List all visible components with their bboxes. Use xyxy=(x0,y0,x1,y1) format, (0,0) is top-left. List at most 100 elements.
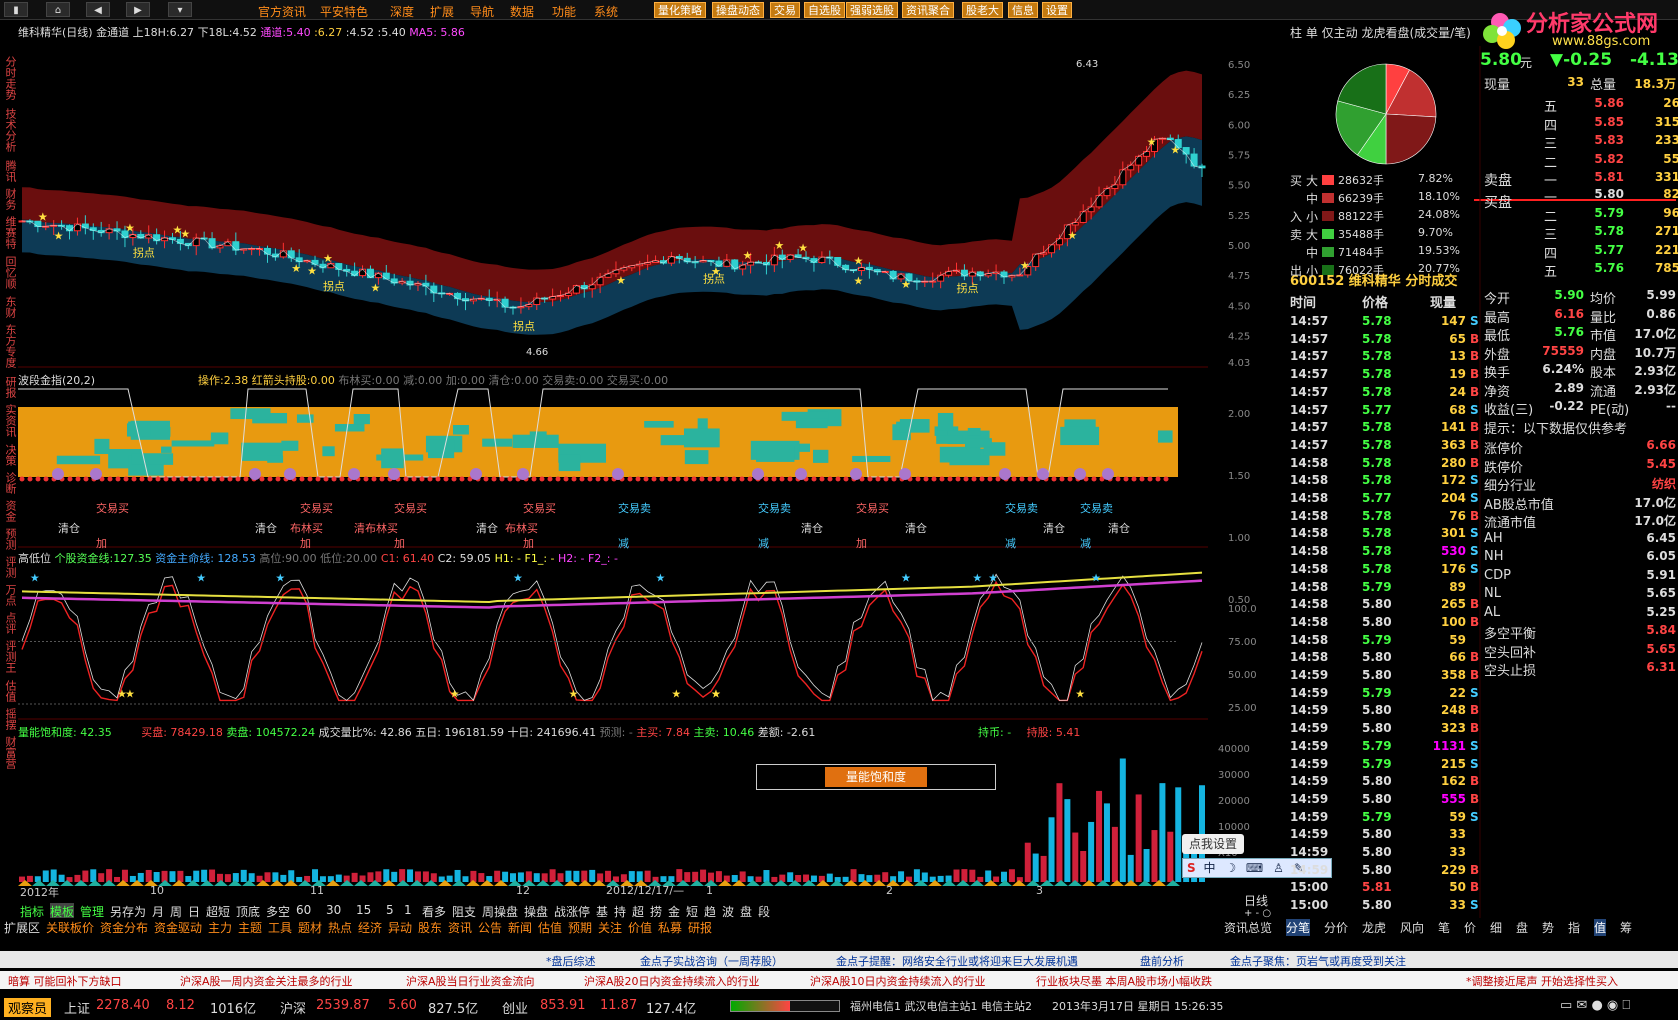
bottom-tab-1[interactable]: 关联板价 xyxy=(46,919,94,936)
indicator-tab-13[interactable]: 5 xyxy=(386,903,394,917)
bottom-tab-3[interactable]: 资金驱动 xyxy=(154,919,202,936)
left-tab-3[interactable]: 财务 xyxy=(1,188,17,210)
left-tab-4[interactable]: 维赛特 xyxy=(1,216,17,249)
bottom-tab-6[interactable]: 工具 xyxy=(268,919,292,936)
settings-popup[interactable]: 点我设置 xyxy=(1182,834,1244,854)
back-icon[interactable]: ◀ xyxy=(86,2,110,17)
bottom-tab-12[interactable]: 资讯 xyxy=(448,919,472,936)
left-tab-2[interactable]: 腾讯 xyxy=(1,160,17,182)
left-tab-12[interactable]: 资金 xyxy=(1,500,17,522)
right-tab-12[interactable]: 筹 xyxy=(1620,919,1632,936)
news-item[interactable]: 金点子实战咨询（一周荐股） xyxy=(640,953,783,969)
news-item[interactable]: 金点子提醒：网络安全行业或将迎来巨大发展机遇 xyxy=(836,953,1078,969)
forward-icon[interactable]: ▶ xyxy=(126,2,150,17)
indicator-tab-10[interactable]: 60 xyxy=(296,903,311,917)
left-tab-7[interactable]: 东方专度 xyxy=(1,324,17,368)
bottom-tab-0[interactable]: 扩展区 xyxy=(4,919,40,936)
left-tab-1[interactable]: 技术分析 xyxy=(1,108,17,152)
right-tab-3[interactable]: 龙虎 xyxy=(1362,919,1386,936)
left-tab-19[interactable]: 摇摆 xyxy=(1,708,17,730)
bottom-tab-4[interactable]: 主力 xyxy=(208,919,232,936)
news-item[interactable]: *盘后综述 xyxy=(546,953,596,969)
indicator-tab-12[interactable]: 15 xyxy=(356,903,371,917)
right-tab-2[interactable]: 分价 xyxy=(1324,919,1348,936)
nav-item-1[interactable]: 平安特色 xyxy=(320,3,368,20)
bottom-tab-10[interactable]: 异动 xyxy=(388,919,412,936)
left-tab-11[interactable]: 诊断 xyxy=(1,472,17,494)
nav-item-5[interactable]: 数据 xyxy=(510,3,534,20)
right-tab-4[interactable]: 风向 xyxy=(1400,919,1424,936)
bottom-tab-9[interactable]: 经济 xyxy=(358,919,382,936)
right-tab-11[interactable]: 值 xyxy=(1594,919,1607,936)
left-tab-18[interactable]: 估值 xyxy=(1,680,17,702)
nav-item-0[interactable]: 官方资讯 xyxy=(258,3,306,20)
right-tab-10[interactable]: 指 xyxy=(1568,919,1580,936)
toolbar-button-2[interactable]: 交易 xyxy=(770,2,800,18)
left-tab-6[interactable]: 东财 xyxy=(1,296,17,318)
left-tab-14[interactable]: 评测 xyxy=(1,556,17,578)
right-tab-9[interactable]: 势 xyxy=(1542,919,1554,936)
bottom-tab-17[interactable]: 关注 xyxy=(598,919,622,936)
news-item[interactable]: 暗算 可能回补下方缺口 xyxy=(8,973,122,989)
right-tab-8[interactable]: 盘 xyxy=(1516,919,1528,936)
news-item[interactable]: 沪深A股20日内资金持续流入的行业 xyxy=(584,973,760,989)
nav-item-6[interactable]: 功能 xyxy=(552,3,576,20)
left-tab-13[interactable]: 预测 xyxy=(1,528,17,550)
news-item[interactable]: 盘前分析 xyxy=(1140,953,1184,969)
left-tab-15[interactable]: 万点 xyxy=(1,584,17,606)
ask-price[interactable]: 5.85 xyxy=(1574,115,1624,129)
left-tab-5[interactable]: 回忆顺 xyxy=(1,256,17,289)
bottom-tab-19[interactable]: 私募 xyxy=(658,919,682,936)
kline-chart-svg[interactable]: 拐点拐点拐点拐点拐点★★★★★★★★★★★★★★★★★★★★★★6.434.66… xyxy=(18,22,1298,920)
right-header-tabs[interactable]: 柱 单 仅主动 龙虎看盘(成交量/笔) xyxy=(1290,24,1471,41)
bottom-tab-16[interactable]: 预期 xyxy=(568,919,592,936)
indicator-tab-11[interactable]: 30 xyxy=(326,903,341,917)
left-tab-16[interactable]: 点评 xyxy=(1,612,17,634)
right-tab-0[interactable]: 资讯总览 xyxy=(1224,919,1272,936)
toolbar-button-8[interactable]: 设置 xyxy=(1042,2,1072,18)
ask-price[interactable]: 5.83 xyxy=(1574,133,1624,147)
toolbar-button-0[interactable]: 量化策略 xyxy=(654,2,706,18)
toolbar-button-3[interactable]: 自选股 xyxy=(804,2,845,18)
nav-item-3[interactable]: 扩展 xyxy=(430,3,454,20)
bottom-tab-20[interactable]: 研报 xyxy=(688,919,712,936)
toolbar-button-4[interactable]: 强弱选股 xyxy=(846,2,898,18)
bottom-tab-5[interactable]: 主题 xyxy=(238,919,262,936)
bid-price[interactable]: 5.78 xyxy=(1574,224,1624,238)
ask-price[interactable]: 5.81 xyxy=(1574,170,1624,184)
bottom-tab-8[interactable]: 热点 xyxy=(328,919,352,936)
bottom-tab-2[interactable]: 资金分布 xyxy=(100,919,148,936)
toolbar-button-6[interactable]: 股老大 xyxy=(962,2,1003,18)
bottom-tab-11[interactable]: 股东 xyxy=(418,919,442,936)
nav-item-2[interactable]: 深度 xyxy=(390,3,414,20)
ask-price[interactable]: 5.86 xyxy=(1574,96,1624,110)
left-tab-20[interactable]: 财富营 xyxy=(1,736,17,769)
news-item[interactable]: 行业板块尽墨 本周A股市场小幅收跌 xyxy=(1036,973,1212,989)
observer-badge[interactable]: 观察员 xyxy=(4,998,52,1017)
right-tab-7[interactable]: 细 xyxy=(1490,919,1502,936)
menu-icon[interactable]: ▮ xyxy=(4,2,28,17)
chevron-down-icon[interactable]: ▾ xyxy=(168,2,192,17)
news-item[interactable]: 沪深A股10日内资金持续流入的行业 xyxy=(810,973,986,989)
news-item[interactable]: 沪深A股当日行业资金流向 xyxy=(406,973,535,989)
indicator-tab-14[interactable]: 1 xyxy=(404,903,412,917)
bid-price[interactable]: 5.76 xyxy=(1574,261,1624,275)
left-tab-17[interactable]: 评测王 xyxy=(1,640,17,673)
nav-item-7[interactable]: 系统 xyxy=(594,3,618,20)
nav-item-4[interactable]: 导航 xyxy=(470,3,494,20)
bid-price[interactable]: 5.79 xyxy=(1574,206,1624,220)
left-tab-0[interactable]: 分时走势 xyxy=(1,56,17,100)
toolbar-button-7[interactable]: 信息 xyxy=(1008,2,1038,18)
news-item[interactable]: 沪深A股一周内资金关注最多的行业 xyxy=(180,973,353,989)
right-tab-5[interactable]: 笔 xyxy=(1438,919,1450,936)
tray-icons[interactable]: ▭ ✉ ● ◉ ⎕ xyxy=(1560,998,1630,1013)
bid-price[interactable]: 5.80 xyxy=(1574,187,1624,201)
bottom-tab-14[interactable]: 新闻 xyxy=(508,919,532,936)
bottom-tab-15[interactable]: 估值 xyxy=(538,919,562,936)
toolbar-button-1[interactable]: 操盘动态 xyxy=(712,2,764,18)
ask-price[interactable]: 5.82 xyxy=(1574,152,1624,166)
toolbar-button-5[interactable]: 资讯聚合 xyxy=(902,2,954,18)
news-item[interactable]: 金点子聚焦：页岩气或再度受到关注 xyxy=(1230,953,1406,969)
left-tab-9[interactable]: 实资讯 xyxy=(1,404,17,437)
bottom-tab-7[interactable]: 题材 xyxy=(298,919,322,936)
